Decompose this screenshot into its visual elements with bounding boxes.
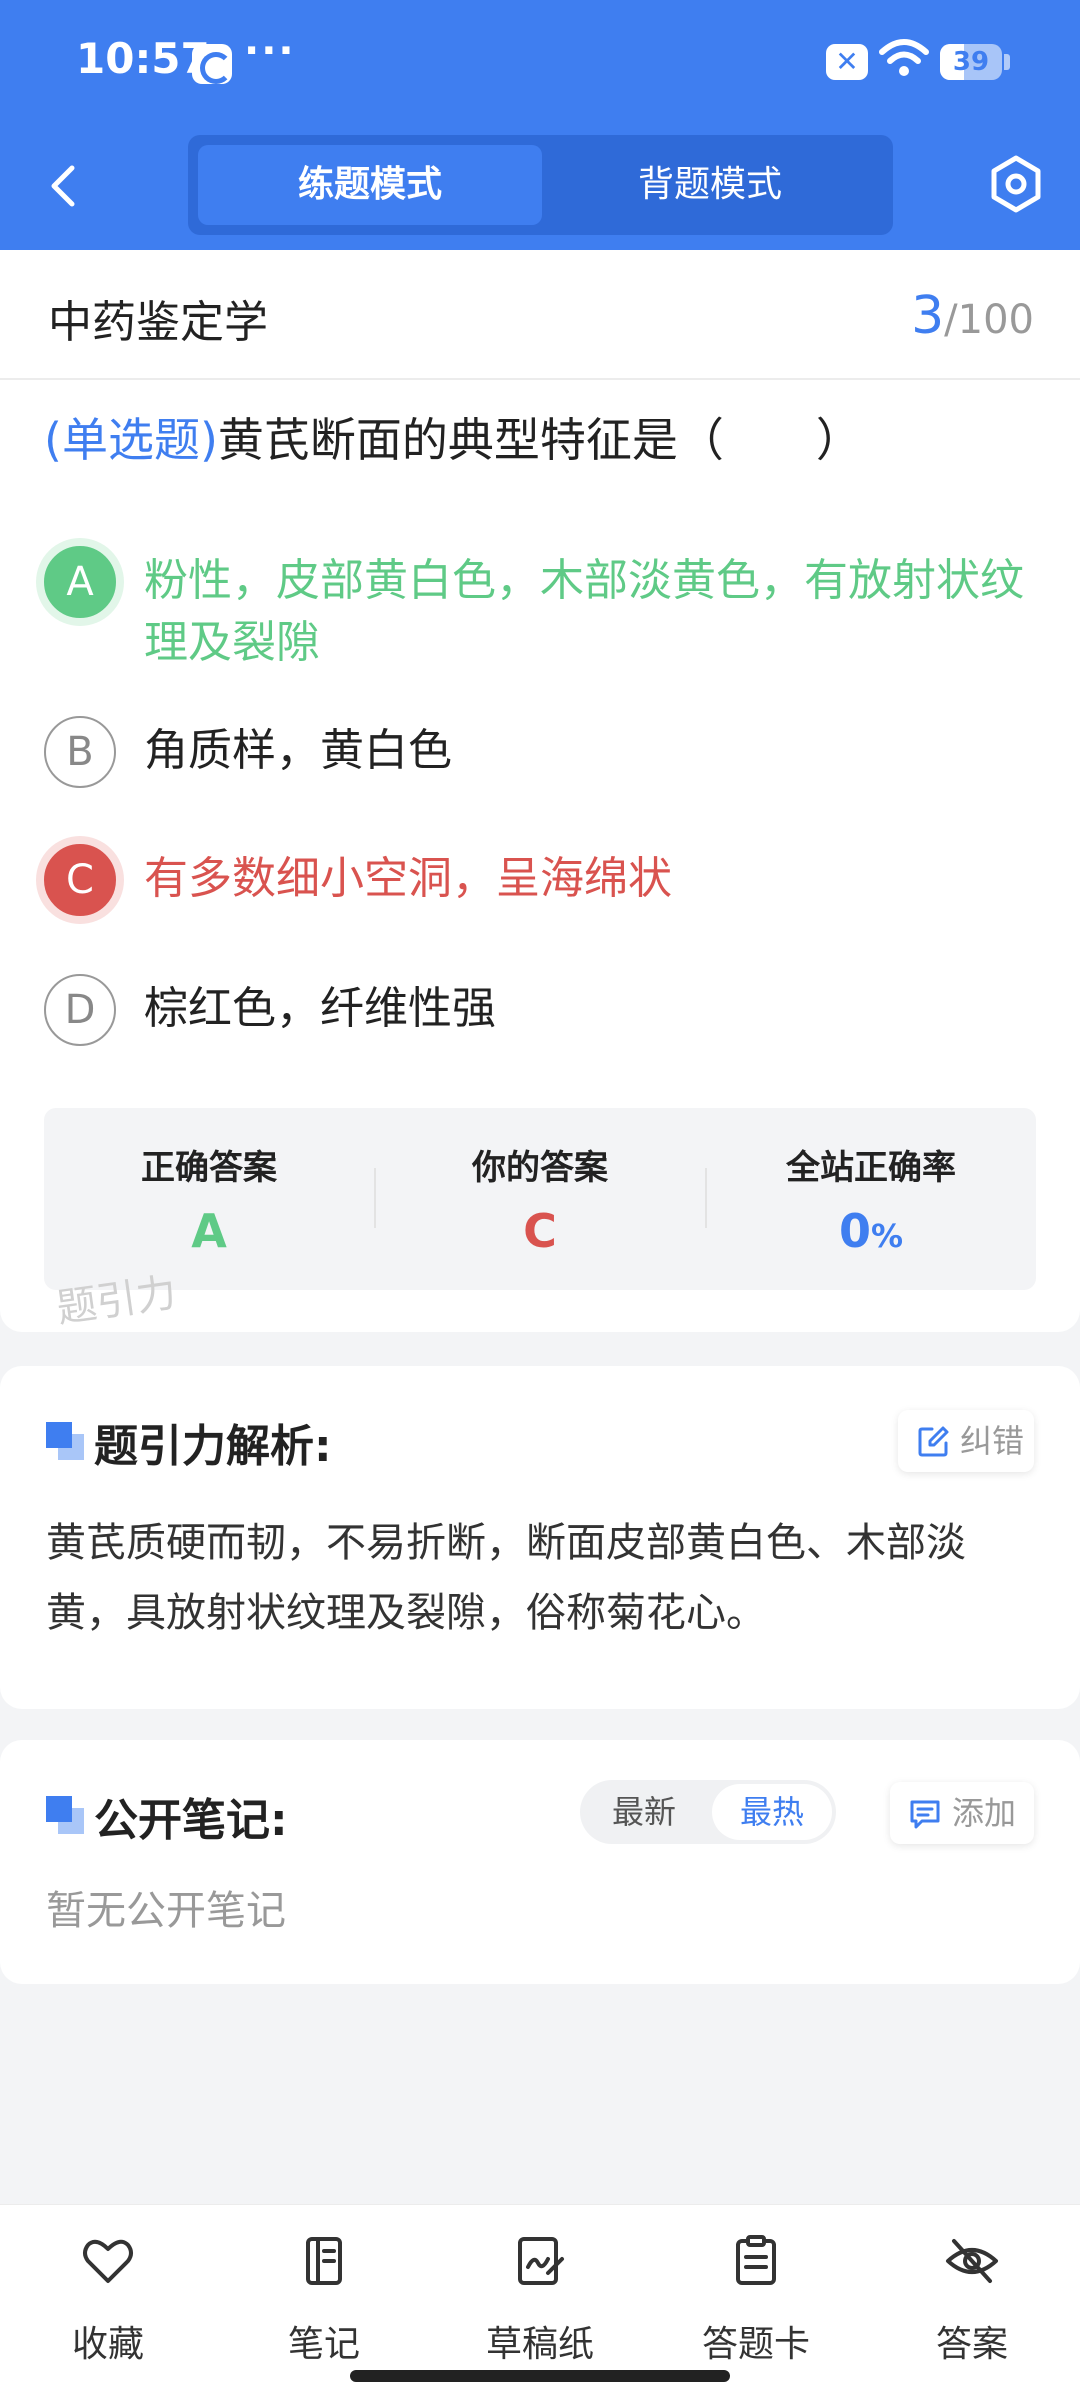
section-squares-icon	[46, 1422, 84, 1460]
rate-unit: %	[870, 1217, 904, 1255]
heart-icon	[83, 2239, 133, 2283]
tab-memorize-mode[interactable]: 背题模式	[538, 145, 882, 225]
mode-switch: 练题模式 背题模式	[188, 135, 893, 235]
notes-button[interactable]: 笔记	[216, 2225, 432, 2375]
option-letter: D	[44, 974, 116, 1046]
comment-icon	[910, 1800, 940, 1829]
stat-your-answer: 你的答案 C	[375, 1108, 705, 1290]
answer-sheet-button[interactable]: 答题卡	[648, 2225, 864, 2375]
stat-value: A	[191, 1204, 227, 1258]
progress-total: /100	[944, 297, 1034, 343]
option-letter: B	[44, 716, 116, 788]
question-stem: (单选题)黄芪断面的典型特征是（ ）	[44, 408, 1044, 472]
stat-label: 全站正确率	[786, 1148, 956, 1188]
option-a[interactable]: A 粉性，皮部黄白色，木部淡黄色，有放射状纹理及裂隙	[44, 546, 1044, 668]
subject-title: 中药鉴定学	[48, 297, 268, 348]
option-text: 角质样，黄白色	[144, 725, 452, 776]
option-letter: A	[44, 546, 116, 618]
app-notification-icon	[192, 44, 232, 84]
more-notifications-icon: ···	[244, 28, 296, 74]
analysis-title: 题引力解析:	[94, 1421, 332, 1472]
draft-paper-icon	[518, 2237, 564, 2285]
analysis-card: 题引力解析: 纠错 黄芪质硬而韧，不易折断，断面皮部黄白色、木部淡黄，具放射状纹…	[0, 1366, 1080, 1709]
eye-off-icon	[946, 2239, 998, 2283]
favorite-button[interactable]: 收藏	[0, 2225, 216, 2375]
analysis-text: 黄芪质硬而韧，不易折断，断面皮部黄白色、木部淡黄，具放射状纹理及裂隙，俗称菊花心…	[46, 1520, 966, 1636]
nav-label: 收藏	[71, 2324, 144, 2365]
notes-empty-text: 暂无公开笔记	[46, 1888, 286, 1934]
stat-correct-answer: 正确答案 A	[44, 1108, 374, 1290]
battery-tip	[1004, 54, 1010, 70]
sort-latest[interactable]: 最新	[584, 1784, 704, 1840]
option-c[interactable]: C 有多数细小空洞，呈海绵状	[44, 844, 1044, 920]
status-time: 10:57	[76, 34, 210, 83]
back-button[interactable]	[40, 158, 90, 214]
signal-off-icon: ✕	[826, 44, 868, 80]
add-note-label: 添加	[952, 1794, 1017, 1832]
notes-sort-switch: 最新 最热	[580, 1780, 836, 1844]
chevron-left-icon	[51, 165, 75, 207]
notes-title: 公开笔记:	[94, 1795, 288, 1846]
option-text: 棕红色，纤维性强	[144, 983, 496, 1034]
home-indicator[interactable]	[350, 2370, 730, 2382]
settings-hexagon-icon	[991, 155, 1041, 213]
wifi-icon	[879, 39, 929, 76]
question-card: 中药鉴定学 3/100 (单选题)黄芪断面的典型特征是（ ） A 粉性，皮部黄白…	[0, 250, 1080, 1332]
option-text: 有多数细小空洞，呈海绵状	[144, 853, 672, 904]
divider	[0, 378, 1080, 380]
add-note-button[interactable]: 添加	[890, 1782, 1034, 1844]
report-error-label: 纠错	[960, 1422, 1025, 1460]
report-error-button[interactable]: 纠错	[898, 1410, 1034, 1472]
question-text: 黄芪断面的典型特征是（ ）	[217, 413, 862, 467]
rate-number: 0	[838, 1204, 871, 1258]
status-bar: 10:57 ··· ✕ 39	[0, 0, 1080, 120]
option-text: 粉性，皮部黄白色，木部淡黄色，有放射状纹理及裂隙	[144, 555, 1024, 668]
option-d[interactable]: D 棕红色，纤维性强	[44, 974, 1044, 1050]
nav-label: 答题卡	[701, 2324, 810, 2365]
draft-paper-button[interactable]: 草稿纸	[432, 2225, 648, 2375]
show-answer-button[interactable]: 答案	[864, 2225, 1080, 2375]
option-b[interactable]: B 角质样，黄白色	[44, 716, 1044, 792]
stat-label: 你的答案	[472, 1148, 608, 1188]
stat-correct-rate: 全站正确率 0%	[706, 1108, 1036, 1290]
sort-hot[interactable]: 最热	[712, 1784, 832, 1840]
stat-label: 正确答案	[141, 1148, 277, 1188]
progress-current: 3	[911, 286, 945, 346]
nav-label: 笔记	[287, 2324, 360, 2365]
section-squares-icon	[46, 1796, 84, 1834]
battery-icon: 39	[940, 44, 1002, 80]
nav-label: 草稿纸	[485, 2324, 594, 2365]
settings-button[interactable]	[988, 152, 1044, 216]
option-letter: C	[44, 844, 116, 916]
answer-sheet-icon	[736, 2235, 776, 2285]
public-notes-card: 公开笔记: 最新 最热 添加 暂无公开笔记	[0, 1740, 1080, 1984]
stat-value: C	[523, 1204, 557, 1258]
battery-level: 39	[952, 47, 990, 77]
top-header: 10:57 ··· ✕ 39 练题模式 背题模式	[0, 0, 1080, 250]
nav-label: 答案	[935, 2324, 1008, 2365]
tab-practice-mode[interactable]: 练题模式	[198, 145, 542, 225]
edit-icon	[918, 1426, 949, 1457]
stat-value: 0%	[706, 1204, 1036, 1258]
question-progress: 3/100	[911, 286, 1034, 346]
answer-stats: 正确答案 A 你的答案 C 全站正确率 0%	[44, 1108, 1036, 1290]
notebook-icon	[306, 2237, 342, 2285]
question-type: (单选题)	[44, 413, 218, 467]
